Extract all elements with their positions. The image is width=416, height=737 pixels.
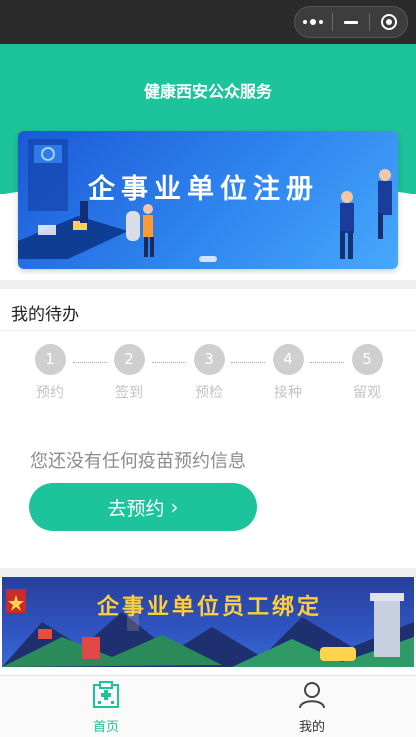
todo-title: 我的待办 [11,305,79,325]
book-button-label: 去预约 [107,497,165,520]
section-divider [0,568,416,577]
step-connector [73,362,107,363]
register-banner[interactable]: 企事业单位注册 [18,131,398,269]
minimize-icon [344,20,358,24]
page-title: 健康西安公众服务 [143,82,272,101]
step-connector [152,362,186,363]
step-item: 1 预约 [25,344,75,402]
step-label: 接种 [274,385,302,401]
carousel-indicator [199,256,217,262]
step-label: 预检 [195,385,223,401]
step-label: 签到 [115,385,143,401]
step-connector [310,362,344,363]
book-appointment-button[interactable]: 去预约 › [29,483,257,531]
step-label: 留观 [353,385,381,401]
step-number: 2 [113,344,145,375]
close-button[interactable] [370,7,407,37]
employee-binding-banner[interactable]: 企事业单位员工绑定 [2,577,414,667]
close-target-icon [380,14,397,30]
step-label: 预约 [36,385,64,401]
system-top-bar [0,0,416,44]
hospital-icon [93,681,119,708]
tab-mine[interactable]: 我的 [272,680,352,735]
minimize-button[interactable] [333,7,370,37]
step-item: 3 预检 [184,344,234,402]
step-item: 2 签到 [104,344,154,402]
tab-home[interactable]: 首页 [66,680,146,735]
step-connector [231,362,265,363]
empty-message: 您还没有任何疫苗预约信息 [30,451,246,472]
step-number: 3 [193,344,225,375]
divider [0,330,416,331]
banner2-text: 企事业单位员工绑定 [97,595,323,620]
step-number: 5 [351,344,383,375]
step-item: 5 留观 [342,344,392,402]
tab-bar: 首页 我的 [0,675,416,737]
user-icon [299,682,325,709]
step-number: 4 [272,344,304,375]
banner-text: 企事业单位注册 [88,174,319,205]
step-number: 1 [34,344,66,375]
more-icon [303,19,324,25]
more-button[interactable] [295,7,332,37]
section-divider [0,280,416,289]
page: 健康西安公众服务 企事业单位注册 我的待办 1 预约 2 签到 3 预检 4 接… [0,0,416,737]
step-item: 4 接种 [263,344,313,402]
tab-mine-label: 我的 [298,720,325,735]
chevron-right-icon: › [170,495,179,519]
miniprogram-capsule [294,6,408,38]
tab-home-label: 首页 [92,720,119,735]
